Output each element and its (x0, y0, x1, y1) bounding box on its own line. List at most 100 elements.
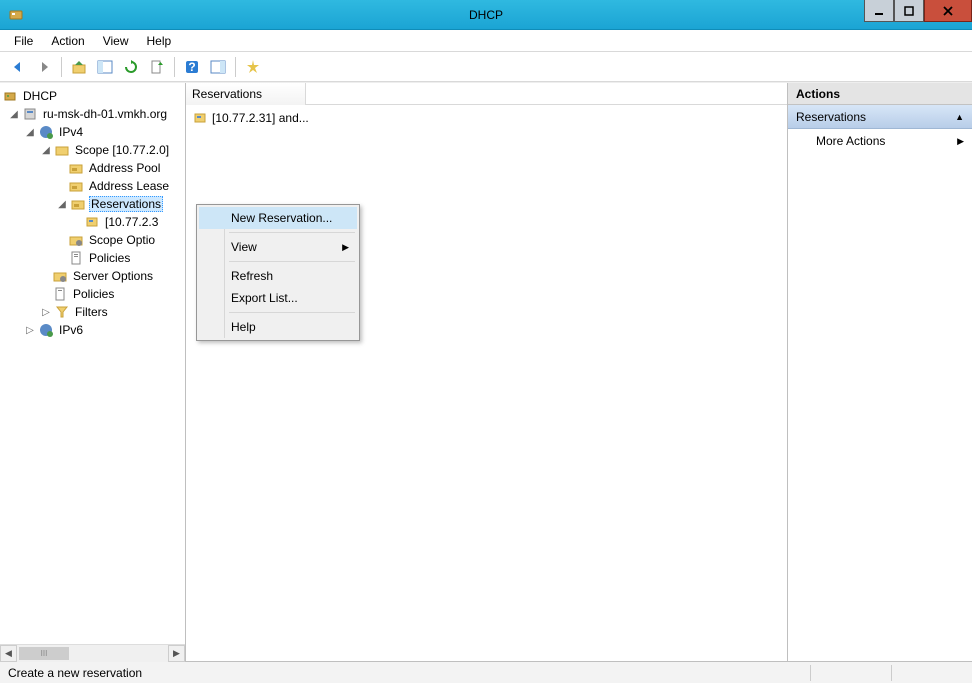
context-menu: New Reservation... View ▶ Refresh Export… (196, 204, 360, 341)
tree-ipv4[interactable]: ◢ IPv4 (0, 123, 185, 141)
folder-icon (52, 268, 68, 284)
cm-separator (229, 261, 355, 262)
toolbar-separator (61, 57, 62, 77)
maximize-button[interactable] (894, 0, 924, 22)
cm-new-reservation[interactable]: New Reservation... (199, 207, 357, 229)
tree-policies[interactable]: Policies (0, 249, 185, 267)
ipv4-icon (38, 124, 54, 140)
statusbar-cell (892, 662, 972, 683)
dhcp-icon (2, 88, 18, 104)
cm-label: Refresh (231, 269, 273, 283)
expander-icon[interactable]: ▷ (24, 325, 36, 336)
submenu-arrow-icon: ▶ (342, 242, 349, 253)
window-title: DHCP (0, 8, 972, 22)
menu-help[interactable]: Help (139, 31, 180, 51)
scroll-track[interactable]: III (17, 645, 168, 662)
close-button[interactable] (924, 0, 972, 22)
tree-label: Address Lease (87, 179, 171, 193)
actions-panel: Actions Reservations ▲ More Actions ▶ (788, 83, 972, 661)
server-icon (22, 106, 38, 122)
scroll-right-button[interactable]: ▶ (168, 645, 185, 662)
list-panel: Reservations [10.77.2.31] and... (186, 83, 788, 661)
status-bar: Create a new reservation (0, 661, 972, 683)
tree-content[interactable]: DHCP ◢ ru-msk-dh-01.vmkh.org ◢ IPv4 ◢ Sc… (0, 83, 185, 644)
show-hide-action-button[interactable] (206, 55, 230, 79)
tree-label: Scope [10.77.2.0] (73, 143, 171, 157)
actions-item-label: More Actions (816, 129, 885, 153)
scroll-left-button[interactable]: ◀ (0, 645, 17, 662)
up-button[interactable] (67, 55, 91, 79)
actions-section[interactable]: Reservations ▲ (788, 105, 972, 129)
cm-label: View (231, 240, 257, 254)
actions-section-label: Reservations (796, 105, 866, 129)
tree-ipv6[interactable]: ▷ IPv6 (0, 321, 185, 339)
tree-label: Address Pool (87, 161, 162, 175)
cm-view[interactable]: View ▶ (199, 236, 357, 258)
scroll-thumb[interactable]: III (19, 647, 69, 660)
tree-scope[interactable]: ◢ Scope [10.77.2.0] (0, 141, 185, 159)
minimize-button[interactable] (864, 0, 894, 22)
expander-icon[interactable]: ◢ (24, 127, 36, 138)
actions-more-actions[interactable]: More Actions ▶ (788, 129, 972, 153)
tree-label: [10.77.2.3 (103, 215, 160, 229)
toolbar: ? (0, 52, 972, 82)
tree-panel: DHCP ◢ ru-msk-dh-01.vmkh.org ◢ IPv4 ◢ Sc… (0, 83, 186, 661)
tree-address-pool[interactable]: Address Pool (0, 159, 185, 177)
folder-icon (68, 160, 84, 176)
tree-filters[interactable]: ▷ Filters (0, 303, 185, 321)
folder-icon (68, 232, 84, 248)
toolbar-separator (235, 57, 236, 77)
expander-icon[interactable]: ◢ (8, 109, 20, 120)
toolbar-separator (174, 57, 175, 77)
tree-label: IPv4 (57, 125, 85, 139)
list-item[interactable]: [10.77.2.31] and... (192, 109, 781, 127)
status-text: Create a new reservation (0, 662, 810, 683)
cm-refresh[interactable]: Refresh (199, 265, 357, 287)
list-item-label: [10.77.2.31] and... (212, 111, 309, 125)
collapse-arrow-icon: ▲ (955, 105, 964, 129)
show-hide-tree-button[interactable] (93, 55, 117, 79)
filters-icon (54, 304, 70, 320)
reservation-icon (84, 214, 100, 230)
policies-icon (52, 286, 68, 302)
app-icon (8, 7, 24, 23)
export-button[interactable] (145, 55, 169, 79)
tree-address-leases[interactable]: Address Lease (0, 177, 185, 195)
list-column-header[interactable]: Reservations (186, 83, 306, 105)
tree-label: IPv6 (57, 323, 85, 337)
tree-label: DHCP (21, 89, 59, 103)
list-header: Reservations (186, 83, 787, 105)
expander-icon[interactable]: ◢ (56, 199, 68, 210)
folder-icon (68, 178, 84, 194)
back-button[interactable] (6, 55, 30, 79)
list-body[interactable]: [10.77.2.31] and... (186, 105, 787, 661)
cm-separator (229, 312, 355, 313)
expander-icon[interactable]: ▷ (40, 307, 52, 318)
cm-label: Help (231, 320, 256, 334)
tree-server-options[interactable]: Server Options (0, 267, 185, 285)
expander-icon[interactable]: ◢ (40, 145, 52, 156)
cm-help[interactable]: Help (199, 316, 357, 338)
tree-label: ru-msk-dh-01.vmkh.org (41, 107, 169, 121)
svg-text:?: ? (188, 60, 195, 74)
cm-label: New Reservation... (231, 211, 332, 225)
cm-export-list[interactable]: Export List... (199, 287, 357, 309)
tree-root[interactable]: DHCP (0, 87, 185, 105)
tree-reservation-item[interactable]: [10.77.2.3 (0, 213, 185, 231)
folder-icon (70, 196, 86, 212)
menu-view[interactable]: View (95, 31, 137, 51)
refresh-button[interactable] (119, 55, 143, 79)
new-reservation-button[interactable] (241, 55, 265, 79)
tree-reservations[interactable]: ◢ Reservations (0, 195, 185, 213)
folder-icon (54, 142, 70, 158)
menu-file[interactable]: File (6, 31, 41, 51)
tree-label: Server Options (71, 269, 155, 283)
forward-button[interactable] (32, 55, 56, 79)
menu-action[interactable]: Action (43, 31, 92, 51)
help-button[interactable]: ? (180, 55, 204, 79)
tree-scope-options[interactable]: Scope Optio (0, 231, 185, 249)
tree-policies-2[interactable]: Policies (0, 285, 185, 303)
tree-horizontal-scrollbar[interactable]: ◀ III ▶ (0, 644, 185, 661)
tree-label: Policies (71, 287, 116, 301)
tree-server[interactable]: ◢ ru-msk-dh-01.vmkh.org (0, 105, 185, 123)
